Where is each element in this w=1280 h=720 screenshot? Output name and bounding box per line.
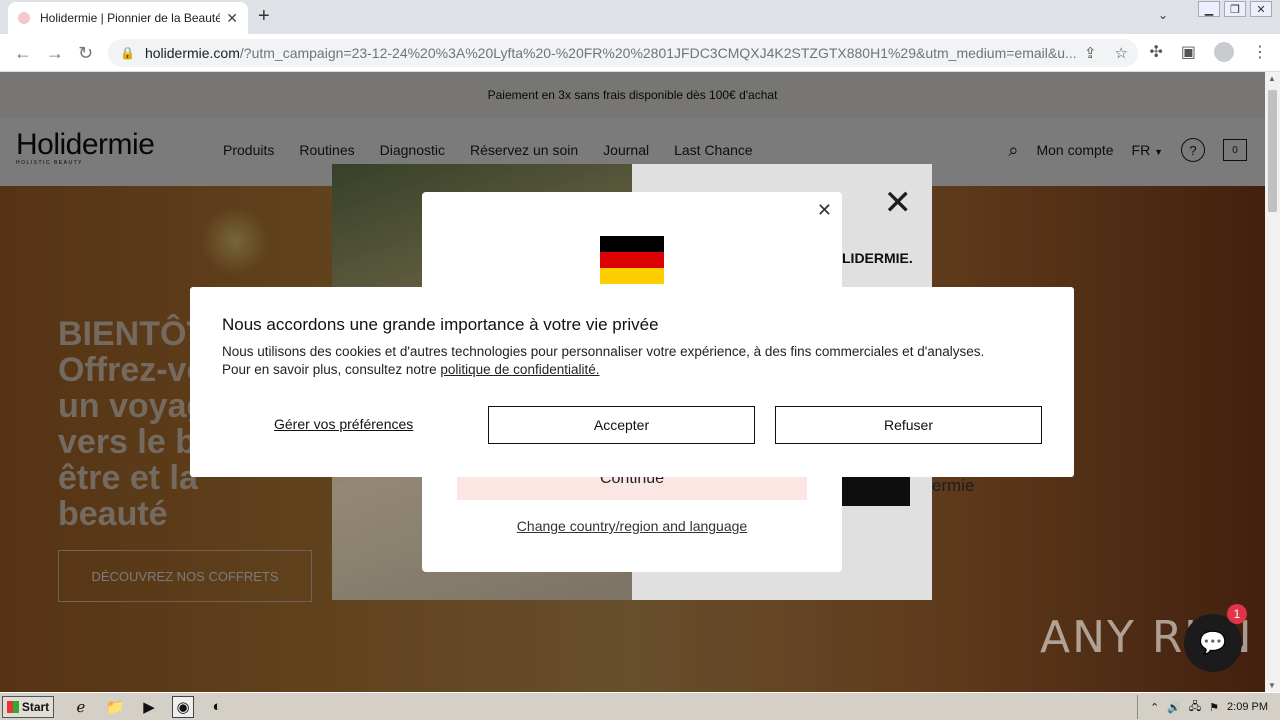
- extensions-icon[interactable]: ✣: [1149, 42, 1162, 62]
- privacy-policy-link[interactable]: politique de confidentialité.: [440, 362, 599, 377]
- chat-icon: 💬: [1199, 630, 1227, 655]
- page-scrollbar[interactable]: ▲ ▼: [1265, 72, 1280, 692]
- edge-icon[interactable]: ◐: [206, 696, 228, 718]
- browser-toolbar: ✣ ▣ ⋮: [1149, 42, 1268, 62]
- chrome-icon[interactable]: ◉: [172, 695, 194, 718]
- scroll-up-icon[interactable]: ▲: [1268, 74, 1276, 83]
- forward-icon[interactable]: →: [46, 43, 64, 64]
- os-taskbar: Start ℯ 📁 ▶ ◉ ◐ ⌃ 🔊 🖧 ⚑ 2:09 PM: [0, 692, 1280, 720]
- profile-avatar-icon[interactable]: [1214, 42, 1234, 62]
- browser-tab-strip: Holidermie | Pionnier de la Beauté Holis…: [0, 0, 1280, 34]
- volume-icon[interactable]: 🔊: [1167, 701, 1181, 714]
- start-label: Start: [21, 699, 50, 714]
- cookie-body-prefix: Pour en savoir plus, consultez notre: [222, 362, 441, 377]
- cookie-body: Nous utilisons des cookies et d'autres t…: [222, 344, 985, 359]
- side-panel-icon[interactable]: ▣: [1181, 42, 1196, 62]
- browser-address-bar: ← → ↻ 🔒 holidermie.com /?utm_campaign=23…: [0, 34, 1280, 72]
- lock-icon: 🔒: [120, 46, 135, 60]
- bookmark-star-icon[interactable]: ☆: [1115, 44, 1128, 62]
- tab-close-icon[interactable]: ✕: [226, 10, 238, 27]
- network-icon[interactable]: 🖧: [1189, 698, 1201, 717]
- ie-icon[interactable]: ℯ: [70, 696, 92, 718]
- country-close-icon[interactable]: ✕: [817, 200, 832, 221]
- cookie-consent-dialog: Nous accordons une grande importance à v…: [190, 287, 1074, 477]
- chat-badge: 1: [1227, 604, 1247, 624]
- scrollbar-thumb[interactable]: [1268, 90, 1277, 212]
- omnibox-actions: ⇪ ☆: [1084, 44, 1128, 62]
- folder-icon[interactable]: 📁: [104, 696, 126, 718]
- start-button[interactable]: Start: [2, 695, 54, 718]
- url-path: /?utm_campaign=23-12-24%20%3A%20Lyfta%20…: [239, 45, 1077, 61]
- system-tray: ⌃ 🔊 🖧 ⚑ 2:09 PM: [1136, 695, 1280, 719]
- scroll-down-icon[interactable]: ▼: [1268, 681, 1276, 690]
- taskbar-apps: ℯ 📁 ▶ ◉ ◐: [70, 695, 228, 718]
- windows-logo-icon: [6, 700, 19, 713]
- cookie-title: Nous accordons une grande importance à v…: [222, 315, 659, 334]
- cookie-body-more: Pour en savoir plus, consultez notre pol…: [222, 361, 1042, 379]
- reload-icon[interactable]: ↻: [78, 43, 93, 64]
- url-field[interactable]: 🔒 holidermie.com /?utm_campaign=23-12-24…: [108, 39, 1138, 67]
- refuse-button[interactable]: Refuser: [775, 406, 1042, 444]
- window-close-icon[interactable]: ✕: [1250, 1, 1272, 17]
- page-viewport: Paiement en 3x sans frais disponible dès…: [0, 72, 1265, 692]
- browser-tab[interactable]: Holidermie | Pionnier de la Beauté Holis…: [8, 2, 248, 34]
- back-icon[interactable]: ←: [14, 43, 32, 64]
- new-tab-button[interactable]: +: [258, 6, 270, 26]
- tray-expand-icon[interactable]: ⌃: [1150, 701, 1159, 714]
- accept-button[interactable]: Accepter: [488, 406, 755, 444]
- germany-flag-icon: [600, 236, 664, 284]
- site-favicon-icon: [18, 12, 30, 24]
- manage-preferences-link[interactable]: Gérer vos préférences: [274, 416, 413, 432]
- tab-search-icon[interactable]: ⌄: [1158, 8, 1168, 22]
- clock[interactable]: 2:09 PM: [1227, 701, 1268, 713]
- tab-title: Holidermie | Pionnier de la Beauté Holis…: [40, 11, 221, 25]
- url-host: holidermie.com: [144, 45, 240, 61]
- cookie-buttons: Gérer vos préférences Accepter Refuser: [222, 406, 1042, 444]
- restore-icon[interactable]: ❐: [1224, 1, 1246, 17]
- media-player-icon[interactable]: ▶: [138, 696, 160, 718]
- browser-menu-icon[interactable]: ⋮: [1252, 42, 1268, 62]
- share-icon[interactable]: ⇪: [1084, 44, 1097, 62]
- change-country-link[interactable]: Change country/region and language: [422, 518, 842, 534]
- window-controls: ▁ ❐ ✕: [1198, 1, 1274, 17]
- minimize-icon[interactable]: ▁: [1198, 1, 1220, 17]
- flag-icon[interactable]: ⚑: [1209, 701, 1219, 714]
